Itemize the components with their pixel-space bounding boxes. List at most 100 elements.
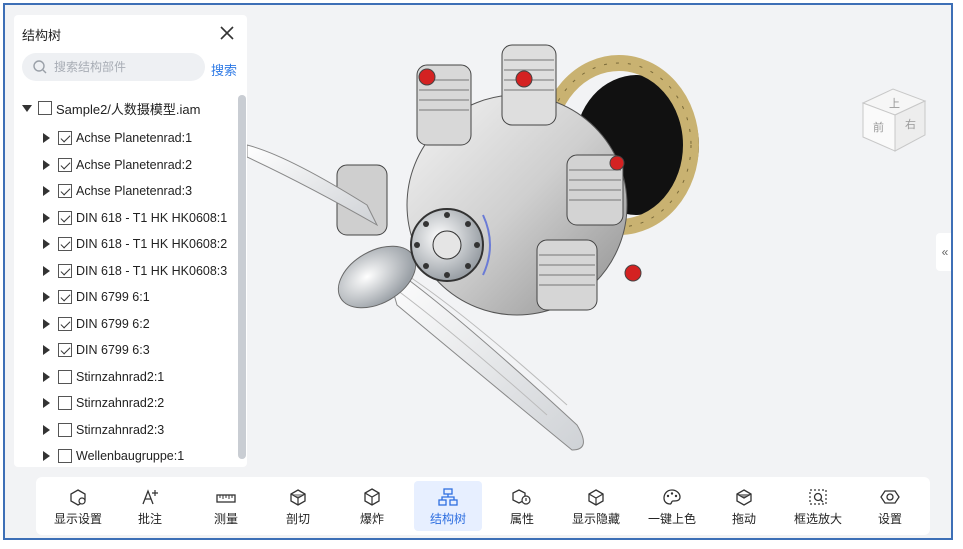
tree-item-checkbox[interactable] (58, 290, 72, 305)
caret-right-icon[interactable] (43, 265, 50, 276)
tree-item-label: Stirnzahnrad2:2 (76, 396, 165, 411)
model-viewport[interactable] (247, 5, 951, 475)
palette-icon (663, 489, 681, 505)
one-click-color-button[interactable]: 一键上色 (638, 481, 706, 531)
tree-item[interactable]: DIN 6799 6:3 (43, 337, 233, 364)
tree-item-label: Achse Planetenrad:3 (76, 184, 193, 199)
close-icon[interactable] (217, 23, 237, 43)
settings-button[interactable]: 设置 (856, 481, 924, 531)
tree-item-label: Wellenbaugruppe:1 (76, 449, 185, 464)
tree-item-label: Stirnzahnrad2:3 (76, 422, 165, 437)
toolbar-label: 爆炸 (359, 512, 384, 526)
caret-right-icon[interactable] (43, 212, 50, 223)
tree-root-label: Sample2/人数摄模型.iam (56, 101, 201, 117)
tree-scrollbar-thumb[interactable] (238, 95, 246, 459)
caret-right-icon[interactable] (43, 371, 50, 382)
tree-item-checkbox[interactable] (58, 131, 72, 146)
caret-right-icon[interactable] (43, 345, 50, 356)
tree-item-checkbox[interactable] (58, 263, 72, 278)
tree-item-checkbox[interactable] (58, 210, 72, 225)
tree-item-checkbox[interactable] (58, 157, 72, 172)
toolbar-label: 拖动 (731, 512, 756, 526)
tree-list: Achse Planetenrad:1 Achse Planetenrad:2 Ac… (43, 125, 233, 470)
tree-item[interactable]: DIN 6799 6:2 (43, 311, 233, 338)
explode-icon (364, 488, 380, 506)
caret-right-icon[interactable] (43, 133, 50, 144)
search-box (22, 53, 205, 81)
tree-item[interactable]: Achse Planetenrad:3 (43, 178, 233, 205)
toolbar-label: 测量 (213, 512, 238, 526)
toolbar-label: 批注 (137, 512, 162, 526)
tree-item-label: DIN 618 - T1 HK HK0608:3 (76, 263, 228, 278)
tree-root-node[interactable]: Sample2/人数摄模型.iam (22, 99, 200, 117)
toolbar-label: 一键上色 (647, 512, 696, 526)
tree-item-label: Achse Planetenrad:1 (76, 131, 193, 146)
caret-right-icon[interactable] (43, 451, 50, 462)
tree-item-label: DIN 618 - T1 HK HK0608:1 (76, 210, 228, 225)
tree-item-checkbox[interactable] (58, 369, 72, 384)
annotation-icon (142, 489, 158, 505)
tree-item-checkbox[interactable] (58, 422, 72, 437)
caret-right-icon[interactable] (43, 239, 50, 250)
tree-item[interactable]: DIN 618 - T1 HK HK0608:3 (43, 258, 233, 285)
box-zoom-icon (809, 489, 827, 505)
view-cube-right-label: 右 (905, 117, 916, 131)
tree-item[interactable]: DIN 6799 6:1 (43, 284, 233, 311)
measure-icon (216, 494, 236, 503)
tree-scrollbar[interactable] (238, 95, 246, 459)
search-input[interactable] (54, 57, 199, 77)
drag-icon (736, 489, 752, 506)
tree-item-checkbox[interactable] (58, 316, 72, 331)
tree-item[interactable]: Stirnzahnrad2:1 (43, 364, 233, 391)
section-button[interactable]: 剖切 (264, 481, 332, 531)
tree-item[interactable]: Stirnzahnrad2:2 (43, 390, 233, 417)
show-hide-icon (588, 489, 604, 506)
tree-item-label: DIN 618 - T1 HK HK0608:2 (76, 237, 228, 252)
properties-icon (512, 489, 531, 505)
structure-tree-panel: 结构树 搜索 Sample2/人数摄模型.iam Achse Planetenr… (14, 15, 247, 467)
measure-button[interactable]: 测量 (192, 481, 260, 531)
tree-item-label: Achse Planetenrad:2 (76, 157, 193, 172)
show-hide-button[interactable]: 显示隐藏 (562, 481, 630, 531)
tree-item[interactable]: Wellenbaugruppe:1 (43, 443, 233, 470)
properties-button[interactable]: 属性 (488, 481, 556, 531)
caret-right-icon[interactable] (43, 159, 50, 170)
toolbar-label: 剖切 (285, 512, 310, 526)
caret-right-icon[interactable] (43, 186, 50, 197)
drag-button[interactable]: 拖动 (710, 481, 778, 531)
tree-item-label: DIN 6799 6:3 (76, 343, 150, 358)
caret-right-icon[interactable] (43, 398, 50, 409)
tree-item[interactable]: Achse Planetenrad:1 (43, 125, 233, 152)
view-cube-front-label: 前 (873, 120, 884, 134)
tree-item-checkbox[interactable] (58, 449, 72, 464)
caret-down-icon[interactable] (22, 104, 32, 112)
tree-item[interactable]: Stirnzahnrad2:3 (43, 417, 233, 444)
explode-button[interactable]: 爆炸 (338, 481, 406, 531)
tree-item-checkbox[interactable] (58, 343, 72, 358)
toolbar-label: 结构树 (429, 512, 466, 526)
tree-item-label: Stirnzahnrad2:1 (76, 369, 165, 384)
box-zoom-button[interactable]: 框选放大 (784, 481, 852, 531)
tree-item-checkbox[interactable] (58, 184, 72, 199)
display-settings-button[interactable]: 显示设置 (44, 481, 112, 531)
structure-tree-button[interactable]: 结构树 (414, 481, 482, 531)
right-panel-toggle[interactable]: « (936, 233, 951, 271)
annotation-button[interactable]: 批注 (116, 481, 184, 531)
tree-item[interactable]: DIN 618 - T1 HK HK0608:1 (43, 205, 233, 232)
tree-item[interactable]: Achse Planetenrad:2 (43, 152, 233, 179)
caret-right-icon[interactable] (43, 424, 50, 435)
tree-item-checkbox[interactable] (58, 396, 72, 411)
section-icon (290, 489, 306, 506)
tree-root-checkbox[interactable] (38, 101, 52, 115)
view-cube[interactable]: 上 前 右 (853, 81, 933, 157)
viewer-window: 上 前 右 « 结构树 搜索 Sample2/人数摄模型.iam Achse P… (3, 3, 953, 540)
tree-item[interactable]: DIN 618 - T1 HK HK0608:2 (43, 231, 233, 258)
caret-right-icon[interactable] (43, 318, 50, 329)
bottom-toolbar: 显示设置 批注 测量 剖切 爆炸 结构树 属性 显示隐藏 一键上色 拖动 框选放大 设置 (36, 477, 930, 535)
search-button[interactable]: 搜索 (211, 60, 237, 79)
tree-panel-title: 结构树 (22, 28, 62, 43)
view-cube-top-label: 上 (889, 97, 900, 110)
tree-item-checkbox[interactable] (58, 237, 72, 252)
caret-right-icon[interactable] (43, 292, 50, 303)
search-icon (33, 60, 47, 74)
